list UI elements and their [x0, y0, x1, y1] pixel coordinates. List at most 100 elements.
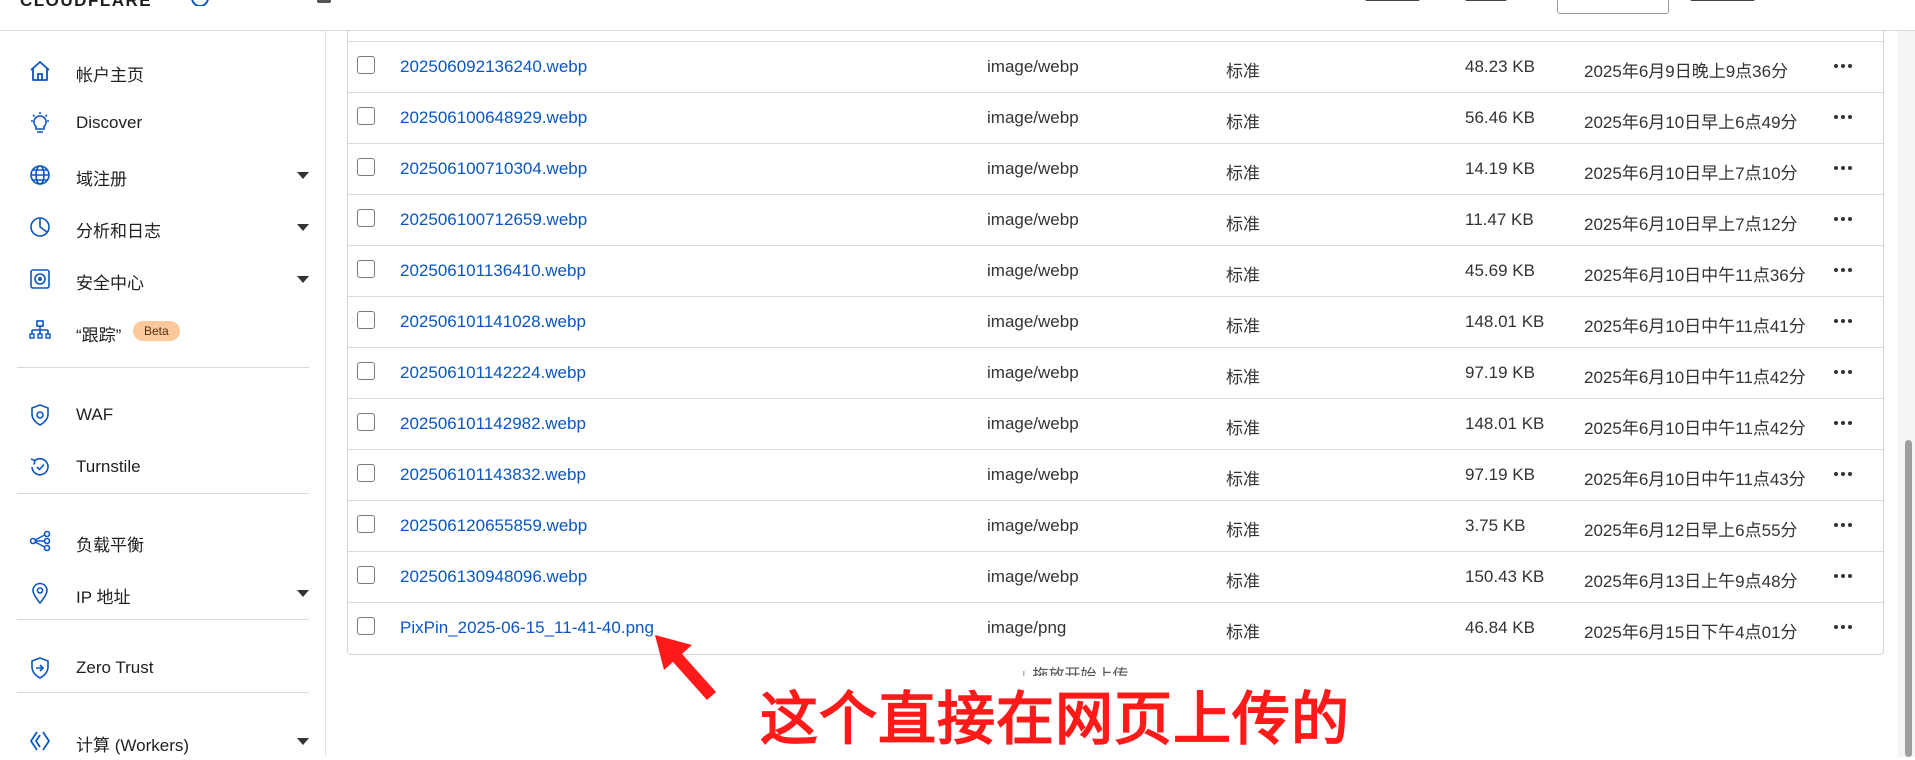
more-options-icon[interactable] — [1834, 625, 1854, 631]
lightbulb-icon — [31, 112, 49, 133]
row-checkbox[interactable] — [357, 362, 375, 380]
object-name-link[interactable]: 202506101141028.webp — [400, 312, 586, 332]
sidebar-item-load-balancing[interactable]: 负载平衡 — [0, 520, 325, 560]
object-size: 148.01 KB — [1465, 312, 1545, 331]
object-name-link[interactable]: 202506100712659.webp — [400, 210, 587, 230]
table-row[interactable]: 202506120655859.webp image/webp 标准 3.75 KB 2… — [348, 500, 1883, 552]
sidebar-item-waf[interactable]: WAF — [0, 394, 325, 434]
object-size: 150.43 KB — [1465, 567, 1545, 586]
red-arrow-annotation — [655, 635, 716, 700]
table-row[interactable]: 202506101142982.webp image/webp 标准 148.01 K… — [348, 398, 1883, 450]
object-name-link[interactable]: 202506100710304.webp — [400, 159, 587, 179]
object-name-link[interactable]: 202506120655859.webp — [400, 516, 587, 536]
row-checkbox[interactable] — [357, 158, 375, 176]
chevron-down-icon[interactable] — [297, 224, 309, 231]
table-row[interactable]: 202506100648929.webp image/webp 标准 56.46 KB… — [348, 92, 1883, 144]
sidebar-item-analytics-logs[interactable]: 分析和日志 — [0, 206, 325, 246]
object-type: image/webp — [987, 108, 1079, 127]
modified-date: 2025年6月15日下午4点01分 — [1584, 623, 1798, 642]
sidebar-item-turnstile[interactable]: Turnstile — [0, 446, 325, 486]
dropdown-fragment[interactable] — [317, 0, 331, 3]
top-menu-fragment[interactable] — [1465, 0, 1507, 1]
sidebar-item-workers[interactable]: 计算 (Workers) — [0, 720, 325, 760]
object-size: 97.19 KB — [1465, 363, 1535, 382]
top-menu-fragment[interactable] — [1365, 0, 1420, 1]
more-options-icon[interactable] — [1834, 574, 1854, 580]
storage-class: 标准 — [1226, 266, 1260, 285]
objects-table: 202506092136240.webp image/webp 标准 48.23 KB… — [347, 30, 1884, 655]
globe-icon[interactable] — [190, 0, 210, 6]
globe-icon — [30, 165, 50, 185]
sidebar-item-label: 安全中心 — [76, 274, 144, 293]
chevron-down-icon[interactable] — [297, 738, 309, 745]
table-row[interactable]: 202506101141028.webp image/webp 标准 148.01 K… — [348, 296, 1883, 348]
row-checkbox[interactable] — [357, 464, 375, 482]
more-options-icon[interactable] — [1834, 523, 1854, 529]
row-checkbox[interactable] — [357, 107, 375, 125]
table-row[interactable]: 202506092136240.webp image/webp 标准 48.23 KB… — [348, 41, 1883, 93]
sidebar-item-label: 域注册 — [76, 170, 127, 189]
row-checkbox[interactable] — [357, 311, 375, 329]
table-row[interactable]: 202506101136410.webp image/webp 标准 45.69 KB… — [348, 245, 1883, 297]
storage-class: 标准 — [1226, 164, 1260, 183]
storage-class: 标准 — [1226, 419, 1260, 438]
object-type: image/webp — [987, 465, 1079, 484]
more-options-icon[interactable] — [1834, 64, 1854, 70]
modified-date: 2025年6月10日中午11点42分 — [1584, 419, 1806, 438]
table-row[interactable]: 202506101143832.webp image/webp 标准 97.19 KB… — [348, 449, 1883, 501]
object-name-link[interactable]: 202506101143832.webp — [400, 465, 586, 485]
table-row[interactable]: 202506101142224.webp image/webp 标准 97.19 KB… — [348, 347, 1883, 399]
storage-class: 标准 — [1226, 62, 1260, 81]
row-checkbox[interactable] — [357, 413, 375, 431]
object-name-link[interactable]: 202506101136410.webp — [400, 261, 586, 281]
chevron-down-icon[interactable] — [297, 172, 309, 179]
table-row[interactable]: PixPin_2025-06-15_11-41-40.png image/png 标… — [348, 602, 1883, 654]
object-type: image/webp — [987, 516, 1079, 535]
row-checkbox[interactable] — [357, 260, 375, 278]
object-name-link[interactable]: PixPin_2025-06-15_11-41-40.png — [400, 618, 654, 638]
chevron-down-icon[interactable] — [297, 276, 309, 283]
object-name-link[interactable]: 202506092136240.webp — [400, 57, 587, 77]
more-options-icon[interactable] — [1834, 268, 1854, 274]
more-options-icon[interactable] — [1834, 472, 1854, 478]
object-name-link[interactable]: 202506101142224.webp — [400, 363, 586, 383]
top-menu-fragment[interactable] — [1690, 0, 1755, 1]
sidebar-item-domain-registration[interactable]: 域注册 — [0, 154, 325, 194]
modified-date: 2025年6月9日晚上9点36分 — [1584, 62, 1789, 81]
scrollbar-thumb[interactable] — [1905, 440, 1912, 757]
row-checkbox[interactable] — [357, 209, 375, 227]
storage-class: 标准 — [1226, 470, 1260, 489]
cloudflare-logo[interactable]: CLOUDFLARE — [20, 0, 152, 11]
table-row[interactable]: 202506100710304.webp image/webp 标准 14.19 KB… — [348, 143, 1883, 195]
sidebar-item-trace[interactable]: “跟踪” Beta — [0, 310, 325, 350]
chevron-down-icon[interactable] — [297, 590, 309, 597]
zero-trust-icon — [31, 657, 49, 679]
object-name-link[interactable]: 202506100648929.webp — [400, 108, 587, 128]
more-options-icon[interactable] — [1834, 370, 1854, 376]
row-checkbox[interactable] — [357, 617, 375, 635]
sidebar-item-discover[interactable]: Discover — [0, 102, 325, 142]
sidebar-item-security-center[interactable]: 安全中心 — [0, 258, 325, 298]
row-checkbox[interactable] — [357, 566, 375, 584]
more-options-icon[interactable] — [1834, 217, 1854, 223]
sidebar-item-account-home[interactable]: 帐户主页 — [0, 50, 325, 90]
more-options-icon[interactable] — [1834, 115, 1854, 121]
table-row[interactable]: 202506130948096.webp image/webp 标准 150.43 K… — [348, 551, 1883, 603]
sidebar-item-ip-addresses[interactable]: IP 地址 — [0, 572, 325, 612]
row-checkbox[interactable] — [357, 515, 375, 533]
sidebar-item-label: 帐户主页 — [76, 66, 144, 85]
top-button[interactable] — [1557, 0, 1669, 14]
sidebar-divider — [17, 493, 309, 494]
modified-date: 2025年6月10日早上7点12分 — [1584, 215, 1798, 234]
more-options-icon[interactable] — [1834, 421, 1854, 427]
more-options-icon[interactable] — [1834, 166, 1854, 172]
sidebar-divider — [17, 692, 309, 693]
object-name-link[interactable]: 202506130948096.webp — [400, 567, 587, 587]
more-options-icon[interactable] — [1834, 319, 1854, 325]
sidebar-item-zero-trust[interactable]: Zero Trust — [0, 647, 325, 687]
row-checkbox[interactable] — [357, 56, 375, 74]
table-row[interactable]: 202506100712659.webp image/webp 标准 11.47 KB… — [348, 194, 1883, 246]
object-name-link[interactable]: 202506101142982.webp — [400, 414, 586, 434]
object-type: image/webp — [987, 261, 1079, 280]
object-size: 14.19 KB — [1465, 159, 1535, 178]
